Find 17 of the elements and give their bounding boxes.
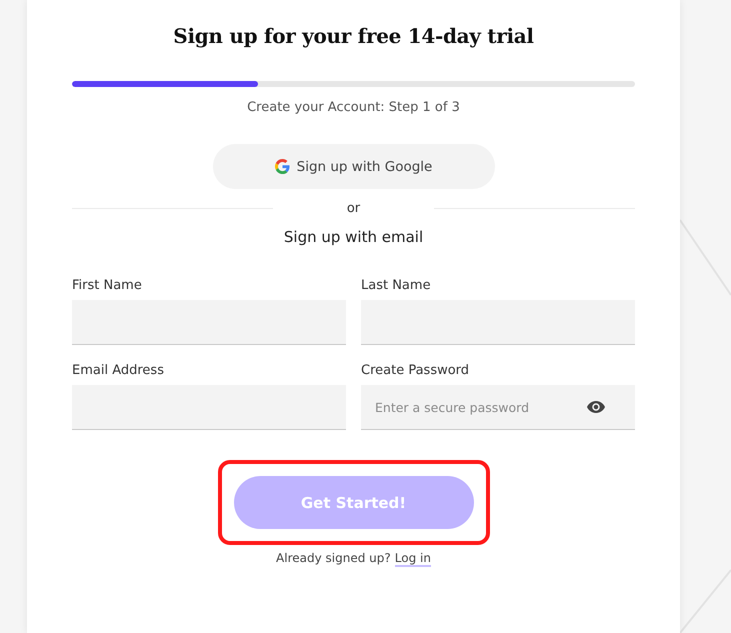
progress-caption: Create your Account: Step 1 of 3 [246, 100, 461, 115]
login-link[interactable]: Log in [394, 551, 431, 567]
section-heading: Sign up with email [282, 228, 424, 246]
password-field[interactable]: Enter a secure password [361, 385, 635, 430]
field-label: First Name [72, 278, 143, 293]
field-label: Last Name [361, 278, 432, 293]
divider-label: or [346, 201, 362, 216]
page-title: Sign up for your free 14-day trial [172, 24, 535, 48]
google-icon [274, 159, 290, 174]
eye-icon[interactable] [587, 401, 605, 413]
google-signup-button[interactable]: Sign up with Google [212, 144, 494, 189]
input-field[interactable] [72, 300, 346, 345]
input-field[interactable] [72, 385, 346, 430]
field-label: Create Password [361, 363, 470, 378]
footer-text: Already signed up? [276, 551, 391, 567]
field-label: Email Address [72, 363, 165, 378]
input-field[interactable] [361, 300, 635, 345]
